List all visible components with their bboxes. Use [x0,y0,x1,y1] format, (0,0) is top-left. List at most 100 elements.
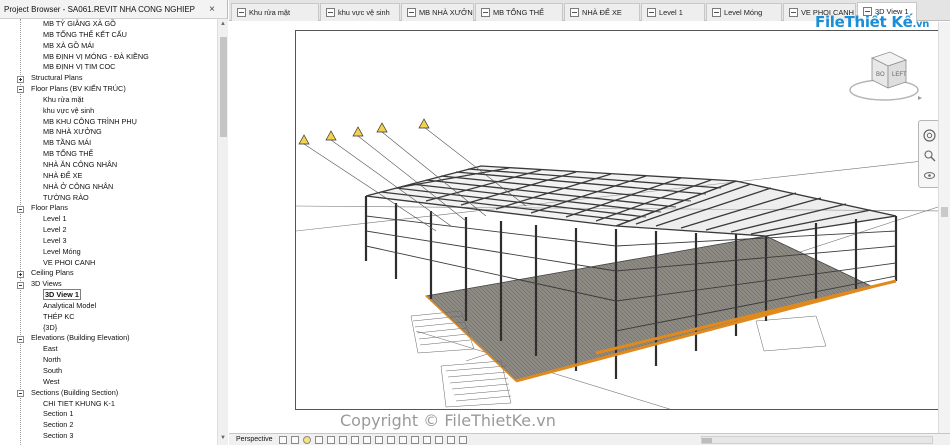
tree-view-item[interactable]: NHÀ ĐỂ XE [0,171,217,182]
browser-scroll-thumb[interactable] [220,37,227,137]
tree-item-label: North [43,355,61,365]
tree-view-item[interactable]: MB TỔNG THỂ KẾT CẤU [0,30,217,41]
project-browser-title: Project Browser - SA061.REVIT NHA CONG N… [0,0,227,19]
tree-view-item[interactable]: Level Móng [0,247,217,258]
tree-view-item[interactable]: Analytical Model [0,301,217,312]
orbit-icon[interactable] [923,169,936,182]
worksharing-icon[interactable] [399,436,407,444]
collapse-icon[interactable] [17,86,24,94]
lock-view-icon[interactable] [363,436,371,444]
view-tab[interactable]: Khu rửa mặt [231,3,319,21]
view-tab[interactable]: NHÀ ĐỂ XE [564,3,640,21]
tree-view-item[interactable]: South [0,366,217,377]
crop-view-icon[interactable] [339,436,347,444]
zoom-icon[interactable] [923,149,936,162]
tree-view-item[interactable]: {3D} [0,323,217,334]
view-control-bar: Perspective [229,433,950,445]
tree-view-item[interactable]: NHÀ Ở CÔNG NHÂN [0,182,217,193]
tree-view-item[interactable]: khu vực vệ sinh [0,106,217,117]
tree-item-label: khu vực vệ sinh [43,105,95,115]
tree-view-item[interactable]: THÉP KC [0,312,217,323]
scroll-up-icon[interactable]: ▲ [220,21,226,27]
tree-view-item[interactable]: Section 2 [0,420,217,431]
view-tab[interactable]: Level Móng [706,3,782,21]
viewcube-icon[interactable]: BO LEFT [846,48,926,106]
view-crop-frame[interactable] [295,30,940,410]
tree-category[interactable]: 3D Views [0,279,217,290]
view-tab-label: Level 1 [659,8,683,17]
tree-view-item[interactable]: TƯỜNG RÀO [0,193,217,204]
tree-view-item[interactable]: MB TỶ GIẰNG XÀ GỒ [0,19,217,30]
tree-view-item[interactable]: NHÀ ĂN CÔNG NHÂN [0,160,217,171]
browser-scrollbar[interactable]: ▲ ▼ [217,19,228,445]
tree-view-item[interactable]: MB NHÀ XƯỞNG [0,127,217,138]
tree-view-item[interactable]: VE PHOI CANH [0,258,217,269]
tree-view-item[interactable]: CHI TIET KHUNG K-1 [0,399,217,410]
tree-view-item[interactable]: MB KHU CÔNG TRÌNH PHỤ [0,117,217,128]
tree-view-item[interactable]: MB ĐỊNH VỊ MÓNG - ĐÀ KIỀNG [0,52,217,63]
tree-view-item[interactable]: North [0,355,217,366]
scale-icon[interactable] [279,436,287,444]
expand-icon[interactable] [17,75,24,83]
project-tree: MB TỶ GIẰNG XÀ GỒ MB TỔNG THỂ KẾT CẤU MB X… [0,19,217,445]
highlight-displacement-icon[interactable] [423,436,431,444]
steel-warehouse-model[interactable] [296,31,940,410]
tree-view-item[interactable]: Level 1 [0,214,217,225]
tree-view-item[interactable]: MB XÀ GỒ MÁI [0,41,217,52]
view-tab[interactable]: MB TỔNG THỂ [475,3,563,21]
tree-view-item[interactable]: East [0,344,217,355]
temporary-hide-icon[interactable] [375,436,383,444]
tree-item-label: NHÀ Ở CÔNG NHÂN [43,181,114,191]
tree-category[interactable]: Ceiling Plans [0,268,217,279]
view-tab-icon [789,8,798,17]
display-options-icon[interactable] [459,436,467,444]
tree-category[interactable]: Elevations (Building Elevation) [0,333,217,344]
tree-view-item[interactable]: Level 3 [0,236,217,247]
viewport-scrollbar[interactable] [938,22,950,433]
horizontal-scroll-thumb[interactable] [702,438,712,443]
tree-view-item[interactable]: Section 3 [0,431,217,442]
view-tab[interactable]: khu vực vệ sinh [320,3,400,21]
viewport-scroll-thumb[interactable] [941,207,948,217]
view-style-label[interactable]: Perspective [236,434,273,445]
tree-view-item[interactable]: MB ĐỊNH VỊ TIM COC [0,62,217,73]
view-tab[interactable]: MB NHÀ XƯỞNG [401,3,474,21]
expand-icon[interactable] [17,270,24,278]
render-icon[interactable] [327,436,335,444]
detail-level-icon[interactable] [291,436,299,444]
analytical-model-icon[interactable] [411,436,419,444]
collapse-icon[interactable] [17,281,24,289]
tree-category[interactable]: Floor Plans (BV KIẾN TRÚC) [0,84,217,95]
tree-view-item[interactable]: MB TỔNG THỂ [0,149,217,160]
steering-wheel-icon[interactable] [923,129,936,142]
sun-path-icon[interactable] [303,436,311,444]
tree-view-item[interactable]: 3D View 1 [0,289,217,301]
hide-elements-icon[interactable] [447,436,455,444]
shadows-icon[interactable] [315,436,323,444]
tree-view-item[interactable]: Khu rửa mặt [0,95,217,106]
project-browser-title-text: Project Browser - SA061.REVIT NHA CONG N… [4,5,196,14]
collapse-icon[interactable] [17,205,24,213]
view-tab[interactable]: Level 1 [641,3,705,21]
viewcube-side-label: LEFT [892,72,907,78]
close-icon[interactable]: × [209,0,215,19]
constraints-icon[interactable] [435,436,443,444]
tree-category[interactable]: Structural Plans [0,73,217,84]
collapse-icon[interactable] [17,335,24,343]
tree-item-label: South [43,366,63,375]
tree-category[interactable]: Sections (Building Section) [0,388,217,399]
show-crop-icon[interactable] [351,436,359,444]
tree-view-item[interactable]: MB TẦNG MÁI [0,138,217,149]
horizontal-scrollbar[interactable] [701,436,933,444]
collapse-icon[interactable] [17,390,24,398]
tree-view-item[interactable]: Level 2 [0,225,217,236]
tree-category[interactable]: Floor Plans [0,203,217,214]
scroll-down-icon[interactable]: ▼ [220,435,226,441]
reveal-hidden-icon[interactable] [387,436,395,444]
tree-view-item[interactable]: West [0,377,217,388]
3d-viewport[interactable] [229,22,950,433]
view-tab-label: MB TỔNG THỂ [493,8,545,17]
tree-view-item[interactable]: Section 1 [0,409,217,420]
view-tab-icon [570,8,579,17]
view-tab-icon [481,8,490,17]
